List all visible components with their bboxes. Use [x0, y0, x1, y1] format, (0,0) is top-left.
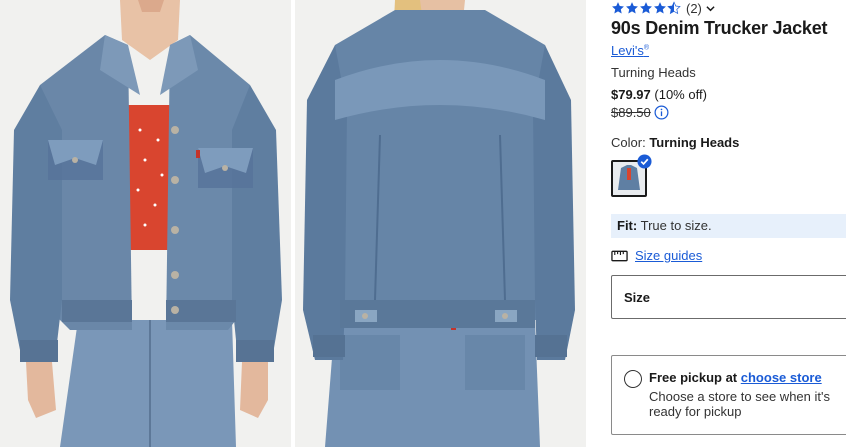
- selected-check-icon: [637, 154, 652, 169]
- rating-summary[interactable]: (2): [611, 0, 715, 16]
- star-icon: [640, 2, 652, 14]
- pickup-title-text: Free pickup at: [649, 370, 738, 385]
- fit-value: True to size.: [640, 218, 712, 233]
- current-price: $79.97 (10% off): [611, 87, 707, 102]
- color-selection-label: Color: Turning Heads: [611, 135, 739, 150]
- product-info: (2) 90s Denim Trucker Jacket Levi's® Tur…: [611, 0, 846, 447]
- variant-name: Turning Heads: [611, 65, 696, 80]
- product-image-front[interactable]: [0, 0, 291, 447]
- size-guides-label: Size guides: [635, 248, 703, 263]
- choose-store-link[interactable]: choose store: [741, 370, 822, 385]
- pickup-option[interactable]: Free pickup at choose store Choose a sto…: [611, 355, 846, 435]
- discount-percent: (10% off): [654, 87, 707, 102]
- rating-count: (2): [686, 0, 702, 16]
- pickup-title: Free pickup at choose store: [649, 370, 822, 385]
- half-star-icon: [667, 1, 681, 15]
- brand-name: Levi's: [611, 43, 644, 58]
- front-jacket-illustration: [0, 0, 291, 447]
- star-icon: [654, 2, 666, 14]
- size-guides-link[interactable]: Size guides: [611, 248, 702, 263]
- star-icon: [626, 2, 638, 14]
- ruler-icon: [611, 250, 628, 261]
- pickup-radio[interactable]: [624, 370, 642, 388]
- sale-price: $79.97: [611, 87, 651, 102]
- fit-label: Fit:: [617, 218, 638, 233]
- registered-mark: ®: [643, 44, 650, 52]
- original-price: $89.50: [611, 105, 669, 120]
- brand-link[interactable]: Levi's®: [611, 43, 649, 58]
- star-icon: [612, 2, 624, 14]
- star-rating: [611, 1, 681, 15]
- product-image-back[interactable]: [295, 0, 586, 447]
- color-label: Color:: [611, 135, 646, 150]
- pickup-subtitle: Choose a store to see when it's ready fo…: [649, 389, 830, 419]
- product-title: 90s Denim Trucker Jacket: [611, 18, 828, 38]
- size-label: Size: [624, 290, 651, 305]
- info-icon[interactable]: [654, 105, 669, 120]
- product-page: (2) 90s Denim Trucker Jacket Levi's® Tur…: [0, 0, 846, 447]
- was-price: $89.50: [611, 105, 651, 120]
- size-selector[interactable]: Size: [611, 275, 846, 319]
- fit-note: Fit: True to size.: [611, 214, 846, 238]
- color-value: Turning Heads: [649, 135, 740, 150]
- back-jacket-illustration: [295, 0, 586, 447]
- chevron-down-icon[interactable]: [706, 4, 715, 13]
